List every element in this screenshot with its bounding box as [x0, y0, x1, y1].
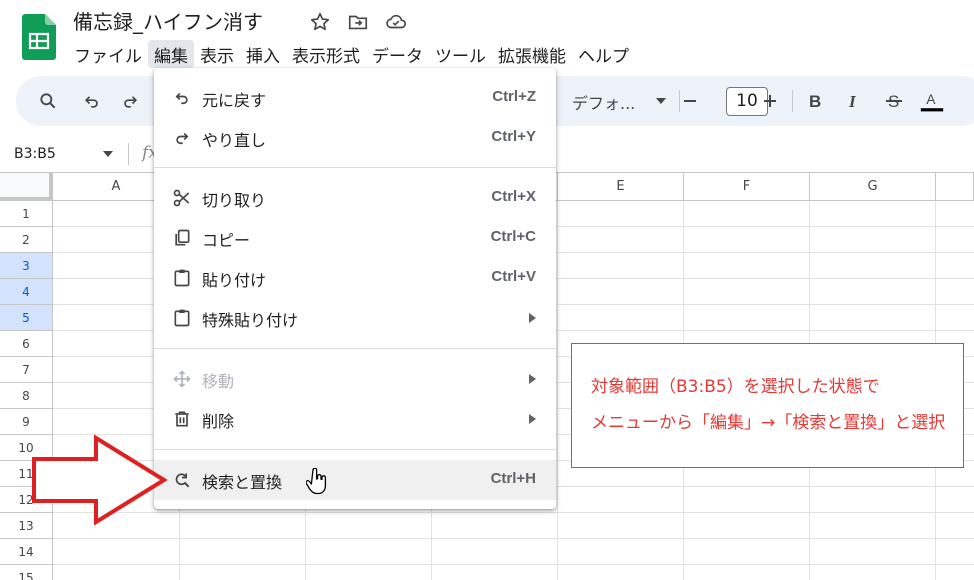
svg-text:I: I — [848, 92, 857, 110]
menu-format[interactable]: 表示形式 — [286, 40, 366, 68]
callout-line-1: 対象範囲（B3:B5）を選択した状態で — [591, 377, 880, 397]
row-header[interactable]: 14 — [0, 539, 53, 565]
row-header[interactable]: 9 — [0, 409, 53, 435]
trash-icon — [170, 407, 194, 431]
menu-item-find-replace[interactable]: 検索と置換 Ctrl+H — [154, 460, 556, 500]
row-header[interactable]: 15 — [0, 565, 53, 580]
clipboard-icon — [170, 266, 194, 290]
menu-item-label: 削除 — [202, 412, 235, 431]
copy-icon — [170, 226, 194, 250]
name-box[interactable]: B3:B5 — [14, 146, 56, 162]
font-dropdown-icon[interactable] — [656, 98, 666, 104]
submenu-arrow-icon — [529, 414, 536, 424]
cloud-status-icon[interactable] — [384, 10, 408, 34]
menu-item-label: 元に戻す — [202, 91, 267, 110]
menu-file[interactable]: ファイル — [68, 40, 148, 68]
text-color-icon[interactable]: A — [920, 86, 944, 116]
pointer-arrow-icon — [32, 434, 168, 526]
row-header[interactable]: 7 — [0, 357, 53, 383]
menu-item-delete[interactable]: 削除 — [154, 399, 556, 439]
bold-icon[interactable]: B — [803, 89, 827, 113]
menu-item-undo[interactable]: 元に戻す Ctrl+Z — [154, 78, 556, 118]
menu-item-shortcut: Ctrl+Y — [491, 128, 536, 145]
menu-item-label: 貼り付け — [202, 271, 267, 290]
find-replace-icon — [170, 468, 194, 492]
grid-row-line — [53, 564, 974, 565]
menu-tools[interactable]: ツール — [429, 40, 492, 68]
menubar: ファイル 編集 表示 挿入 表示形式 データ ツール 拡張機能 ヘルプ — [68, 40, 635, 68]
sheets-logo-icon[interactable] — [22, 14, 56, 60]
undo-icon — [170, 86, 194, 110]
row-header[interactable]: 6 — [0, 331, 53, 357]
menu-item-shortcut: Ctrl+H — [490, 470, 536, 487]
menu-item-shortcut: Ctrl+Z — [492, 88, 536, 105]
move-icon — [170, 367, 194, 391]
column-header[interactable]: G — [810, 173, 936, 201]
menu-item-shortcut: Ctrl+X — [491, 188, 536, 205]
menu-item-paste[interactable]: 貼り付け Ctrl+V — [154, 258, 556, 298]
row-header[interactable]: 5 — [0, 305, 53, 331]
menu-item-label: 検索と置換 — [202, 473, 283, 492]
menu-item-label: コピー — [202, 231, 251, 250]
name-box-dropdown-icon[interactable] — [103, 151, 113, 157]
undo-toolbar-icon[interactable] — [80, 89, 104, 113]
star-icon[interactable] — [308, 10, 332, 34]
formula-bar-divider — [128, 143, 129, 165]
scissors-icon — [170, 186, 194, 210]
select-all-corner[interactable] — [0, 173, 53, 201]
grid-row-line — [53, 538, 974, 539]
menu-item-label: 切り取り — [202, 191, 267, 210]
menu-item-redo[interactable]: やり直し Ctrl+Y — [154, 118, 556, 158]
clipboard-icon — [170, 306, 194, 330]
hand-cursor-icon — [306, 468, 327, 495]
menu-separator — [154, 167, 556, 168]
menu-extensions[interactable]: 拡張機能 — [492, 40, 572, 68]
menu-item-label: やり直し — [202, 131, 267, 150]
decrease-font-size-icon[interactable] — [678, 89, 702, 113]
menu-help[interactable]: ヘルプ — [572, 40, 635, 68]
callout-line-2: メニューから「編集」→「検索と置換」と選択 — [591, 413, 946, 433]
edit-menu-dropdown: 元に戻す Ctrl+Z やり直し Ctrl+Y 切り取り Ctrl+X コピー … — [154, 68, 556, 509]
svg-text:A: A — [926, 92, 936, 107]
menu-item-cut[interactable]: 切り取り Ctrl+X — [154, 178, 556, 218]
font-family-select[interactable]: デフォ... — [572, 90, 635, 114]
instruction-callout: 対象範囲（B3:B5）を選択した状態で メニューから「編集」→「検索と置換」と選… — [571, 343, 964, 468]
column-header[interactable] — [936, 173, 974, 201]
menu-item-label: 特殊貼り付け — [202, 311, 299, 330]
row-header[interactable]: 1 — [0, 201, 53, 227]
svg-text:B: B — [809, 92, 821, 110]
column-header[interactable]: F — [684, 173, 810, 201]
row-header[interactable]: 8 — [0, 383, 53, 409]
document-title[interactable]: 備忘録_ハイフン消す — [73, 6, 263, 35]
row-header[interactable]: 2 — [0, 227, 53, 253]
grid-row-line — [53, 512, 974, 513]
menu-item-shortcut: Ctrl+C — [490, 228, 536, 245]
increase-font-size-icon[interactable] — [758, 89, 782, 113]
row-header[interactable]: 4 — [0, 279, 53, 305]
strikethrough-icon[interactable]: S — [882, 89, 906, 113]
grid-column-line — [557, 201, 558, 580]
toolbar-divider — [792, 90, 793, 112]
italic-icon[interactable]: I — [842, 89, 866, 113]
move-to-folder-icon[interactable] — [346, 10, 370, 34]
menu-edit[interactable]: 編集 — [148, 40, 194, 68]
column-header[interactable]: E — [558, 173, 684, 201]
menu-data[interactable]: データ — [366, 40, 429, 68]
menu-item-label: 移動 — [202, 372, 235, 391]
redo-toolbar-icon[interactable] — [118, 89, 142, 113]
search-menus-icon[interactable] — [36, 89, 60, 113]
row-header[interactable]: 3 — [0, 253, 53, 279]
menu-item-copy[interactable]: コピー Ctrl+C — [154, 218, 556, 258]
menu-item-paste-special[interactable]: 特殊貼り付け — [154, 298, 556, 338]
redo-icon — [170, 126, 194, 150]
menu-separator — [154, 449, 556, 450]
menu-separator — [154, 348, 556, 349]
menu-item-move: 移動 — [154, 359, 556, 399]
submenu-arrow-icon — [529, 374, 536, 384]
menu-view[interactable]: 表示 — [194, 40, 240, 68]
menu-item-shortcut: Ctrl+V — [491, 268, 536, 285]
menu-insert[interactable]: 挿入 — [240, 40, 286, 68]
submenu-arrow-icon — [529, 313, 536, 323]
